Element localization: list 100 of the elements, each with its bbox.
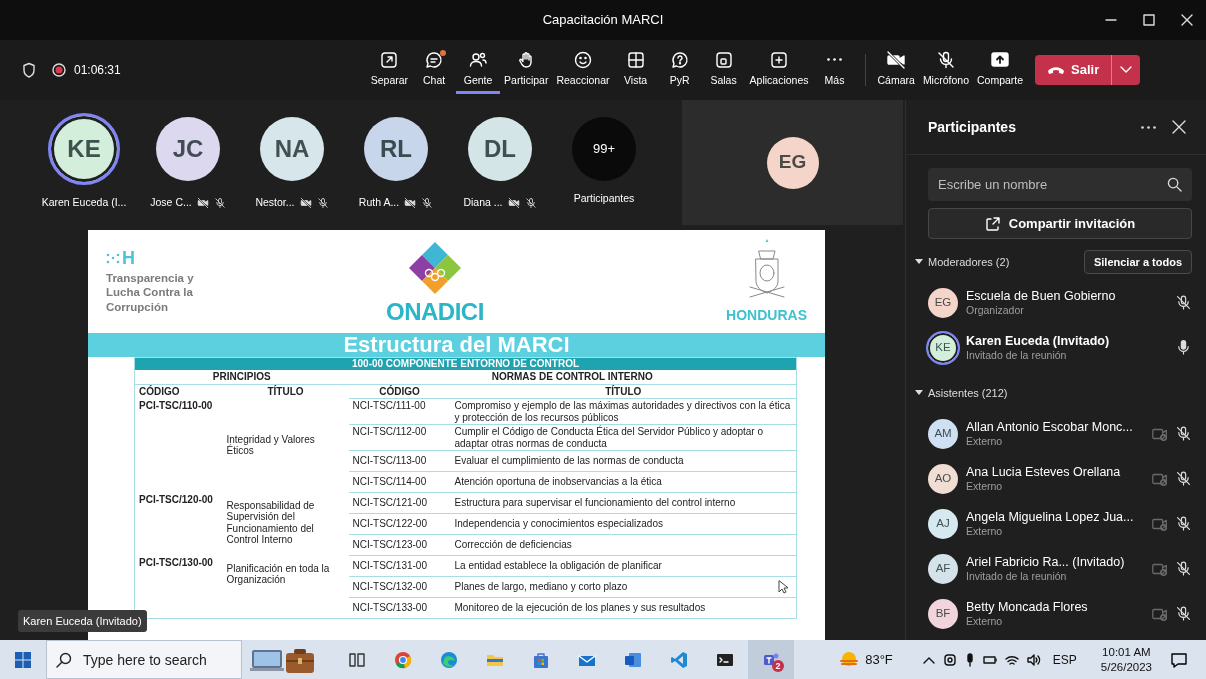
plus-icon xyxy=(769,49,790,70)
toolbar-button[interactable]: Chat xyxy=(412,45,457,95)
unread-dot xyxy=(440,49,447,56)
avatar: EG xyxy=(766,136,819,189)
participant-name: Karen Euceda (Invitado) xyxy=(966,333,1111,349)
participant-name: Escuela de Buen Gobierno xyxy=(966,288,1117,304)
participant-name: Betty Moncada Flores xyxy=(966,599,1089,615)
table-cell: NCI-TSC/121-00 xyxy=(352,497,427,508)
taskbar-search-field[interactable]: Type here to search xyxy=(46,640,242,679)
participant-role: Invitado de la reunión xyxy=(966,348,1068,362)
caret-icon xyxy=(1120,66,1133,74)
table-cell: Corrección de deficiencias xyxy=(454,539,572,550)
avatar: KE xyxy=(48,113,120,185)
participant-name: Ruth A... xyxy=(358,195,400,210)
device-button[interactable]: Cámara xyxy=(873,45,919,95)
slide-title: Estructura del MARCI xyxy=(88,333,825,357)
leave-button[interactable]: Salir xyxy=(1035,55,1141,85)
table-cell: PCI-TSC/130-00 xyxy=(139,556,213,568)
mic-off-icon xyxy=(524,196,537,209)
close-icon xyxy=(1181,14,1193,26)
logo-text: Transparencia y Lucha Contra la Corrupción xyxy=(106,270,195,315)
logo-mark: H xyxy=(122,248,135,267)
avatar: BF xyxy=(928,598,958,629)
table-cell: NCI-TSC/133-00 xyxy=(352,602,427,613)
mic-icon xyxy=(964,652,975,667)
camera-off-icon xyxy=(507,196,520,209)
close-icon xyxy=(1172,120,1186,134)
chat-bubble-icon xyxy=(424,49,445,70)
table-cell: Planes de largo, mediano y corto plazo xyxy=(454,581,628,592)
table-cell: Compromiso y ejemplo de las máximas autoridades y directivos con la ética y protección de los recursos públicos xyxy=(454,400,791,423)
avatar: AJ xyxy=(928,508,958,539)
avatar: AO xyxy=(928,463,958,494)
avatar: JC xyxy=(156,117,220,181)
participant-role: Invitado de la reunión xyxy=(966,569,1068,583)
windows-logo-icon xyxy=(15,651,31,668)
avatar: NA xyxy=(260,117,324,181)
grid-icon xyxy=(625,49,646,70)
mic-off-icon xyxy=(1175,605,1192,622)
avatar: DL xyxy=(468,117,532,181)
toolbar-button[interactable]: Más xyxy=(812,45,857,95)
camera-off-icon xyxy=(196,196,209,209)
shield-icon xyxy=(22,62,36,78)
column-heading: TÍTULO xyxy=(222,384,349,399)
table-cell: Evaluar el cumplimiento de las normas de conducta xyxy=(454,455,684,466)
table-cell: Atención oportuna de inobservancias a la ética xyxy=(454,476,662,487)
more-participants-count[interactable]: 99+ xyxy=(572,117,636,181)
section-toggle[interactable]: Moderadores (2) xyxy=(915,253,1010,271)
avatar: RL xyxy=(364,117,428,181)
search-icon xyxy=(56,652,72,668)
toolbar-button[interactable]: Reaccionar xyxy=(552,45,614,95)
table-cell: NCI-TSC/113-00 xyxy=(352,455,427,466)
upload-icon xyxy=(990,49,1011,70)
rooms-icon xyxy=(713,49,734,70)
table-cell: NCI-TSC/114-00 xyxy=(352,476,427,487)
more-icon xyxy=(827,58,842,62)
notification-badge: 2 xyxy=(772,660,784,672)
caret-down-icon xyxy=(915,258,923,266)
toolbar-button[interactable]: Vista xyxy=(613,45,658,95)
mic-off-icon xyxy=(316,196,329,209)
participant-name: Jose C... xyxy=(150,195,192,210)
mute-all-button[interactable]: Silenciar a todos xyxy=(1083,249,1192,275)
toolbar-button[interactable]: Gente xyxy=(456,45,501,95)
window-title: Capacitación MARCI xyxy=(542,11,664,30)
recording-icon xyxy=(52,63,66,77)
table-cell: NCI-TSC/111-00 xyxy=(352,400,426,411)
meeting-icon xyxy=(942,652,957,667)
section-toggle[interactable]: Asistentes (212) xyxy=(915,384,1008,402)
mic-off-icon xyxy=(1175,515,1192,532)
pop-out-icon xyxy=(379,49,400,70)
name-tag: Karen Euceda (Invitado) xyxy=(18,609,147,632)
toolbar-button[interactable]: Salas xyxy=(701,45,746,95)
device-button[interactable]: Micrófono xyxy=(918,45,973,95)
wifi-icon xyxy=(1004,653,1019,666)
share-icon xyxy=(984,215,1001,232)
language-indicator[interactable]: ESP xyxy=(1052,650,1077,669)
mic-off-icon xyxy=(1175,470,1192,487)
participant-name: Allan Antonio Escobar Monc... xyxy=(966,419,1134,435)
toolbar-button[interactable]: Separar xyxy=(366,45,413,95)
participant-role: Organizador xyxy=(966,303,1025,317)
code-editor-icon xyxy=(669,649,689,670)
toolbar-button[interactable]: Aplicaciones xyxy=(745,45,813,95)
toolbar-button[interactable]: Participar xyxy=(500,45,553,95)
table-cell: NCI-TSC/123-00 xyxy=(352,539,427,550)
caret-down-icon xyxy=(915,389,923,397)
avatar: AM xyxy=(928,418,958,449)
table-cell: Cumplir el Código de Conducta Ética del Servidor Público y adoptar o adaptar otras normas de conducta xyxy=(454,426,763,449)
browser-icon xyxy=(439,649,459,670)
share-invitation-button[interactable]: Compartir invitación xyxy=(928,208,1192,239)
column-heading: CÓDIGO xyxy=(134,384,223,399)
panel-title: Participantes xyxy=(928,117,1016,137)
clock-time: 10:01 AM xyxy=(1102,645,1151,660)
device-button[interactable]: Comparte xyxy=(973,45,1028,95)
toolbar-button[interactable]: PyR xyxy=(657,45,702,95)
taskbar-app-button[interactable]: 2 xyxy=(748,640,794,679)
participant-name: Karen Euceda (I... xyxy=(41,195,127,210)
camera-off-icon xyxy=(404,196,417,209)
logo-text: ONADICI xyxy=(386,299,484,324)
camera-off-icon xyxy=(886,49,907,70)
search-field[interactable]: Escribe un nombre xyxy=(928,168,1192,201)
table-cell: La entidad establece la obligación de planificar xyxy=(454,560,662,571)
